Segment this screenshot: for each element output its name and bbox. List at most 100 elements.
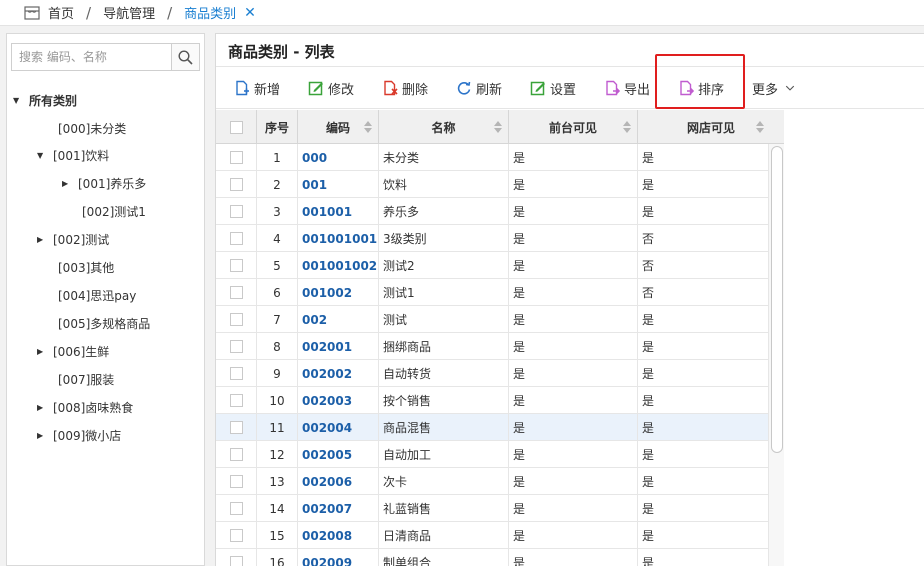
row-checkbox[interactable]	[229, 529, 243, 542]
row-checkbox[interactable]	[229, 232, 243, 245]
table-row[interactable]: 7 002 测试是是	[216, 306, 768, 333]
tree-node[interactable]: ▶ [001]养乐多	[62, 173, 146, 193]
caret-down-icon[interactable]: ▼	[37, 151, 49, 160]
tree-node[interactable]: ▶ [008]卤味熟食	[37, 397, 133, 417]
tree-node-label: [005]多规格商品	[58, 316, 151, 331]
caret-right-icon[interactable]: ▶	[37, 347, 49, 356]
caret-down-icon[interactable]: ▼	[13, 96, 25, 105]
export-button[interactable]: 导出	[604, 77, 650, 99]
header-select-all[interactable]	[216, 110, 257, 144]
breadcrumb-current[interactable]: 商品类别	[184, 3, 236, 22]
row-checkbox[interactable]	[229, 151, 243, 164]
sort-icon[interactable]	[623, 121, 631, 133]
tree-node[interactable]: ▼ [001]饮料	[37, 145, 109, 165]
table-row[interactable]: 13 002006 次卡是是	[216, 468, 768, 495]
select-all-checkbox[interactable]	[229, 120, 243, 134]
tree-node[interactable]: ▶ [002]测试	[37, 229, 109, 249]
header-front-visible[interactable]: 前台可见	[509, 110, 638, 144]
table-row[interactable]: 5 001001002 测试2 是否	[216, 252, 768, 279]
sort-button[interactable]: 排序	[678, 77, 724, 99]
breadcrumb-home[interactable]: 首页	[48, 3, 74, 22]
table-row[interactable]: 11 002004 商品混售是是	[216, 414, 768, 441]
row-checkbox[interactable]	[229, 313, 243, 326]
vertical-scrollbar[interactable]	[768, 144, 784, 566]
row-checkbox[interactable]	[229, 259, 243, 272]
row-checkbox[interactable]	[229, 394, 243, 407]
settings-button[interactable]: 设置	[530, 77, 576, 99]
tree-node[interactable]: [000]未分类	[58, 118, 126, 138]
row-checkbox[interactable]	[229, 340, 243, 353]
table-row[interactable]: 1 000 未分类是是	[216, 144, 768, 171]
sort-icon[interactable]	[364, 121, 372, 133]
cell-name: 未分类	[379, 144, 509, 171]
tree-search	[11, 43, 200, 71]
cell-shop-visible: 是	[642, 313, 655, 327]
row-checkbox[interactable]	[229, 178, 243, 191]
home-icon[interactable]	[24, 5, 40, 20]
caret-right-icon[interactable]: ▶	[37, 431, 49, 440]
edit-button[interactable]: 修改	[308, 77, 354, 99]
cell-shop-visible: 是	[642, 475, 655, 489]
row-checkbox[interactable]	[229, 205, 243, 218]
header-code[interactable]: 编码	[298, 110, 379, 144]
delete-button[interactable]: 删除	[382, 77, 428, 99]
sort-icon[interactable]	[494, 121, 502, 133]
table-header: 序号 编码 名称 前台可见 网店可见	[216, 110, 784, 144]
cell-select	[216, 225, 257, 252]
cell-index: 11	[257, 414, 298, 441]
cell-select	[216, 549, 257, 566]
cell-name: 测试1	[379, 279, 509, 306]
tree-node[interactable]: [003]其他	[58, 257, 114, 277]
header-shop-visible[interactable]: 网店可见	[638, 110, 784, 144]
cell-name: 3级类别	[379, 225, 509, 252]
row-checkbox[interactable]	[229, 286, 243, 299]
header-name[interactable]: 名称	[379, 110, 509, 144]
tree-node[interactable]: [005]多规格商品	[58, 313, 150, 333]
search-input[interactable]	[12, 44, 171, 70]
row-checkbox[interactable]	[229, 448, 243, 461]
tree-node[interactable]: [007]服装	[58, 369, 114, 389]
table-row[interactable]: 9 002002 自动转货是是	[216, 360, 768, 387]
add-button[interactable]: 新增	[234, 77, 280, 99]
row-checkbox[interactable]	[229, 502, 243, 515]
search-button[interactable]	[171, 44, 199, 70]
tree-node[interactable]: ▶ [006]生鲜	[37, 341, 109, 361]
cell-front-visible: 是	[509, 468, 638, 495]
table-row[interactable]: 3 001001 养乐多是是	[216, 198, 768, 225]
breadcrumb-nav[interactable]: 导航管理	[103, 3, 155, 22]
cell-code: 001001002	[298, 252, 379, 279]
header-label: 名称	[431, 120, 456, 135]
tree-node[interactable]: [004]思迅pay	[58, 285, 136, 305]
row-checkbox[interactable]	[229, 556, 243, 566]
add-file-icon	[236, 80, 249, 96]
more-button[interactable]: 更多	[752, 77, 796, 99]
table-row[interactable]: 12 002005 自动加工是是	[216, 441, 768, 468]
scrollbar-thumb[interactable]	[771, 146, 783, 453]
caret-right-icon[interactable]: ▶	[37, 235, 49, 244]
table-row[interactable]: 15 002008 日清商品是是	[216, 522, 768, 549]
row-checkbox[interactable]	[229, 421, 243, 434]
refresh-button[interactable]: 刷新	[456, 77, 502, 99]
table-row[interactable]: 2 001 饮料是是	[216, 171, 768, 198]
cell-code: 002001	[298, 333, 379, 360]
table-row[interactable]: 14 002007 礼蓝销售是是	[216, 495, 768, 522]
table-row[interactable]: 8 002001 捆绑商品是是	[216, 333, 768, 360]
tree-node[interactable]: [002]测试1	[82, 201, 146, 221]
table-row[interactable]: 6 001002 测试1 是否	[216, 279, 768, 306]
cell-code: 002005	[298, 441, 379, 468]
row-checkbox[interactable]	[229, 475, 243, 488]
tree-node-root[interactable]: ▼ 所有类别	[13, 90, 77, 110]
caret-right-icon[interactable]: ▶	[37, 403, 49, 412]
table-row[interactable]: 4 001001001 3级类别是否	[216, 225, 768, 252]
cell-front-visible: 是	[509, 225, 638, 252]
cell-front-visible: 是	[509, 387, 638, 414]
close-tab-icon[interactable]: ✕	[244, 5, 256, 21]
caret-right-icon[interactable]: ▶	[62, 179, 74, 188]
row-checkbox[interactable]	[229, 367, 243, 380]
tree-node[interactable]: ▶ [009]微小店	[37, 425, 121, 445]
tree-node-label: [000]未分类	[58, 121, 127, 136]
table-row[interactable]: 10 002003 按个销售是是	[216, 387, 768, 414]
table-row[interactable]: 16 002009 制单组合是是	[216, 549, 768, 566]
sort-icon[interactable]	[756, 121, 764, 133]
tree-node-label: [007]服装	[58, 372, 115, 387]
